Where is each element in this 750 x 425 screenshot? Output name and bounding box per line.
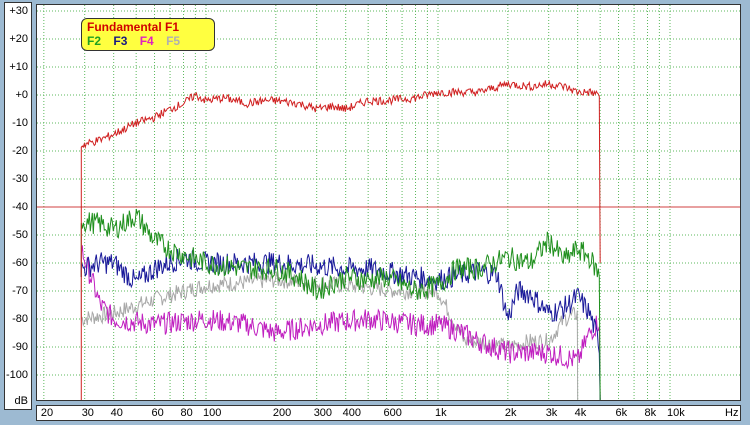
y-tick-label: -20 bbox=[12, 145, 28, 157]
y-tick-label: +10 bbox=[9, 61, 28, 73]
y-tick-label: -90 bbox=[12, 341, 28, 353]
y-tick-label: +0 bbox=[15, 89, 28, 101]
series-line-f3 bbox=[80, 247, 601, 400]
plot-area: Fundamental F1 F2 F3 F4 F5 bbox=[36, 4, 741, 401]
x-tick-label: 100 bbox=[203, 407, 222, 419]
y-axis-label: dB bbox=[14, 395, 28, 407]
x-tick-label: 4k bbox=[574, 407, 587, 419]
legend-title: Fundamental F1 bbox=[87, 20, 180, 34]
y-tick-label: -60 bbox=[12, 257, 28, 269]
x-tick-label: 8k bbox=[644, 407, 657, 419]
legend: Fundamental F1 F2 F3 F4 F5 bbox=[81, 18, 215, 51]
x-tick-label: 200 bbox=[272, 407, 292, 419]
x-tick-label: 300 bbox=[313, 407, 333, 419]
y-tick-label: +30 bbox=[9, 5, 28, 17]
x-tick-label: 40 bbox=[110, 407, 123, 419]
y-tick-label: -30 bbox=[12, 173, 28, 185]
x-tick-label: 20 bbox=[40, 407, 54, 419]
legend-f4: F4 bbox=[139, 34, 154, 48]
y-tick-label: +20 bbox=[9, 33, 28, 45]
x-tick-label: 400 bbox=[342, 407, 362, 419]
x-tick-label: 80 bbox=[180, 407, 193, 419]
y-tick-label: -70 bbox=[12, 285, 28, 297]
x-tick-label: 600 bbox=[383, 407, 402, 419]
y-tick-label: -80 bbox=[12, 313, 28, 325]
legend-f5: F5 bbox=[166, 34, 181, 48]
x-tick-label: 1k bbox=[435, 407, 447, 419]
x-tick-label: 2k bbox=[504, 407, 517, 419]
y-tick-label: -10 bbox=[12, 117, 28, 129]
y-tick-label: -50 bbox=[12, 229, 28, 241]
x-tick-label: 10k bbox=[667, 407, 685, 419]
legend-f2: F2 bbox=[87, 34, 102, 48]
legend-f3: F3 bbox=[113, 34, 128, 48]
chart-svg bbox=[37, 5, 740, 400]
x-tick-label: 3k bbox=[545, 407, 558, 419]
y-axis: dB +30 +20 +10 +0 -10 -20 -30 -40 -50 -60 -70 -80 -9… bbox=[4, 2, 32, 410]
y-tick-label: -100 bbox=[5, 369, 28, 381]
x-axis: Hz 20 30 40 60 80 100 200 300 400 600 1k 2k 3k 4k 6k 8k… bbox=[36, 405, 741, 421]
x-tick-label: 30 bbox=[81, 407, 94, 419]
series-line-f2 bbox=[80, 208, 601, 400]
x-axis-label: Hz bbox=[725, 407, 739, 419]
y-tick-label: -40 bbox=[12, 201, 28, 213]
x-tick-label: 60 bbox=[151, 407, 164, 419]
x-tick-label: 6k bbox=[615, 407, 628, 419]
